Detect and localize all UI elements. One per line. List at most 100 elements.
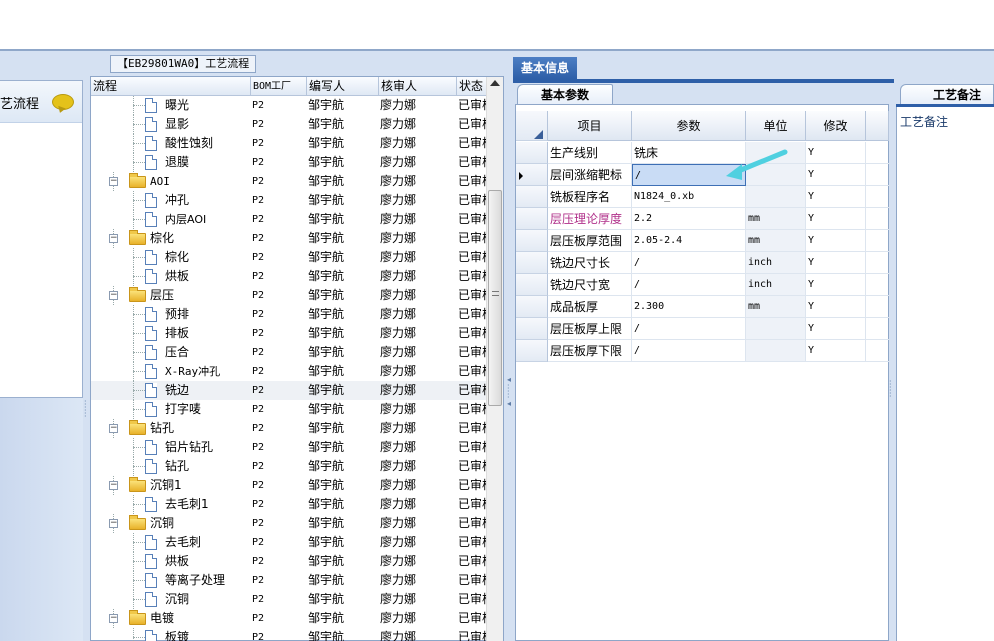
grid-corner-cell[interactable]	[516, 111, 548, 141]
tree-row[interactable]: 板镀 P2 邹宇航 廖力娜 已审核	[91, 628, 489, 641]
tree-row[interactable]: 打字唛 P2 邹宇航 廖力娜 已审核	[91, 400, 489, 419]
grid-row[interactable]: 铣边尺寸宽 / inch Y	[516, 274, 889, 296]
unit-cell[interactable]	[746, 318, 806, 340]
param-cell[interactable]: /	[632, 318, 746, 340]
tree-row[interactable]: X-Ray冲孔 P2 邹宇航 廖力娜 已审核	[91, 362, 489, 381]
speech-bubble-icon[interactable]	[52, 94, 74, 110]
param-cell[interactable]: 2.05-2.4	[632, 230, 746, 252]
modify-cell[interactable]: Y	[806, 296, 866, 318]
modify-cell[interactable]: Y	[806, 274, 866, 296]
row-indicator[interactable]	[516, 274, 548, 296]
tree-row[interactable]: 显影 P2 邹宇航 廖力娜 已审核	[91, 115, 489, 134]
tab-basic-params[interactable]: 基本参数	[517, 84, 613, 105]
grid-row[interactable]: 层压板厚下限 / Y	[516, 340, 889, 362]
tree-row[interactable]: 压合 P2 邹宇航 廖力娜 已审核	[91, 343, 489, 362]
tree-row[interactable]: 排板 P2 邹宇航 廖力娜 已审核	[91, 324, 489, 343]
grid-row[interactable]: 层压板厚范围 2.05-2.4 mm Y	[516, 230, 889, 252]
tab-basic-info[interactable]: 基本信息	[513, 57, 577, 79]
unit-cell[interactable]: inch	[746, 274, 806, 296]
param-cell[interactable]: /	[632, 252, 746, 274]
tree-row[interactable]: 烘板 P2 邹宇航 廖力娜 已审核	[91, 267, 489, 286]
col-header-bom[interactable]: BOM工厂	[251, 77, 307, 96]
param-cell[interactable]: N1824_0.xb	[632, 186, 746, 208]
collapse-minus-icon[interactable]: −	[109, 424, 118, 433]
tree-row[interactable]: − 电镀 P2 邹宇航 廖力娜 已审核	[91, 609, 489, 628]
row-indicator[interactable]	[516, 296, 548, 318]
modify-cell[interactable]: Y	[806, 164, 866, 186]
grid-row[interactable]: 铣板程序名 N1824_0.xb Y	[516, 186, 889, 208]
row-indicator[interactable]	[516, 318, 548, 340]
unit-cell[interactable]: mm	[746, 230, 806, 252]
param-cell[interactable]: /	[632, 274, 746, 296]
row-indicator[interactable]	[516, 186, 548, 208]
tree-row[interactable]: 钻孔 P2 邹宇航 廖力娜 已审核	[91, 457, 489, 476]
grid-row[interactable]: 生产线别 铣床 Y	[516, 142, 889, 164]
tree-row[interactable]: 沉铜 P2 邹宇航 廖力娜 已审核	[91, 590, 489, 609]
modify-cell[interactable]: Y	[806, 186, 866, 208]
collapse-minus-icon[interactable]: −	[109, 614, 118, 623]
collapse-minus-icon[interactable]: −	[109, 234, 118, 243]
param-cell[interactable]: 2.300	[632, 296, 746, 318]
tree-row[interactable]: 去毛刺1 P2 邹宇航 廖力娜 已审核	[91, 495, 489, 514]
row-indicator[interactable]	[516, 340, 548, 362]
col-header-flow[interactable]: 流程	[91, 77, 251, 96]
row-indicator[interactable]	[516, 230, 548, 252]
unit-cell[interactable]: mm	[746, 296, 806, 318]
tree-row[interactable]: 酸性蚀刻 P2 邹宇航 廖力娜 已审核	[91, 134, 489, 153]
collapse-minus-icon[interactable]: −	[109, 481, 118, 490]
tab-process-remarks[interactable]: 工艺备注	[900, 84, 994, 105]
grid-row[interactable]: 铣边尺寸长 / inch Y	[516, 252, 889, 274]
tree-row[interactable]: 烘板 P2 邹宇航 廖力娜 已审核	[91, 552, 489, 571]
col-header-modify[interactable]: 修改	[806, 111, 866, 141]
tree-row[interactable]: 冲孔 P2 邹宇航 廖力娜 已审核	[91, 191, 489, 210]
tree-row[interactable]: − 层压 P2 邹宇航 廖力娜 已审核	[91, 286, 489, 305]
left-splitter-grip[interactable]: · · · · · ·	[84, 398, 88, 421]
unit-cell[interactable]: inch	[746, 252, 806, 274]
tree-row[interactable]: − 沉铜1 P2 邹宇航 廖力娜 已审核	[91, 476, 489, 495]
unit-cell[interactable]: mm	[746, 208, 806, 230]
mid-splitter-grip[interactable]: ◂ · · · · · ◂	[507, 376, 511, 408]
tree-row[interactable]: 去毛刺 P2 邹宇航 廖力娜 已审核	[91, 533, 489, 552]
tree-row[interactable]: 铝片钻孔 P2 邹宇航 廖力娜 已审核	[91, 438, 489, 457]
col-header-param[interactable]: 参数	[632, 111, 746, 141]
row-indicator[interactable]	[516, 208, 548, 230]
param-cell[interactable]: /	[632, 340, 746, 362]
modify-cell[interactable]: Y	[806, 318, 866, 340]
col-header-writer[interactable]: 编写人	[307, 77, 379, 96]
scroll-up-arrow-icon[interactable]	[490, 80, 500, 86]
unit-cell[interactable]	[746, 340, 806, 362]
col-header-reviewer[interactable]: 核审人	[379, 77, 457, 96]
row-indicator[interactable]	[516, 142, 548, 164]
tree-row[interactable]: 铣边 P2 邹宇航 廖力娜 已审核	[91, 381, 489, 400]
unit-cell[interactable]	[746, 186, 806, 208]
col-header-unit[interactable]: 单位	[746, 111, 806, 141]
modify-cell[interactable]: Y	[806, 340, 866, 362]
grid-row[interactable]: 层压板厚上限 / Y	[516, 318, 889, 340]
tree-row[interactable]: 等离子处理 P2 邹宇航 廖力娜 已审核	[91, 571, 489, 590]
modify-cell[interactable]: Y	[806, 252, 866, 274]
left-panel-header[interactable]: 艺流程	[0, 81, 82, 123]
collapse-minus-icon[interactable]: −	[109, 177, 118, 186]
tree-row[interactable]: 退膜 P2 邹宇航 廖力娜 已审核	[91, 153, 489, 172]
scroll-thumb[interactable]	[488, 190, 502, 406]
collapse-minus-icon[interactable]: −	[109, 519, 118, 528]
modify-cell[interactable]: Y	[806, 230, 866, 252]
middle-splitter[interactable]	[505, 51, 513, 641]
flow-vertical-scrollbar[interactable]	[486, 77, 503, 641]
modify-cell[interactable]: Y	[806, 208, 866, 230]
collapse-minus-icon[interactable]: −	[109, 291, 118, 300]
tree-row[interactable]: − 钻孔 P2 邹宇航 廖力娜 已审核	[91, 419, 489, 438]
right-splitter-grip[interactable]: · · · · · ·	[889, 378, 893, 401]
row-indicator[interactable]	[516, 252, 548, 274]
col-header-item[interactable]: 项目	[548, 111, 632, 141]
row-indicator[interactable]	[516, 164, 548, 186]
grid-row[interactable]: 层间涨缩靶标 / Y	[516, 164, 889, 186]
tree-row[interactable]: 预排 P2 邹宇航 廖力娜 已审核	[91, 305, 489, 324]
modify-cell[interactable]: Y	[806, 142, 866, 164]
param-cell[interactable]: 2.2	[632, 208, 746, 230]
tree-row[interactable]: − 棕化 P2 邹宇航 廖力娜 已审核	[91, 229, 489, 248]
grid-row[interactable]: 成品板厚 2.300 mm Y	[516, 296, 889, 318]
tree-row[interactable]: 内层AOI P2 邹宇航 廖力娜 已审核	[91, 210, 489, 229]
tree-row[interactable]: 棕化 P2 邹宇航 廖力娜 已审核	[91, 248, 489, 267]
grid-row[interactable]: 层压理论厚度 2.2 mm Y	[516, 208, 889, 230]
